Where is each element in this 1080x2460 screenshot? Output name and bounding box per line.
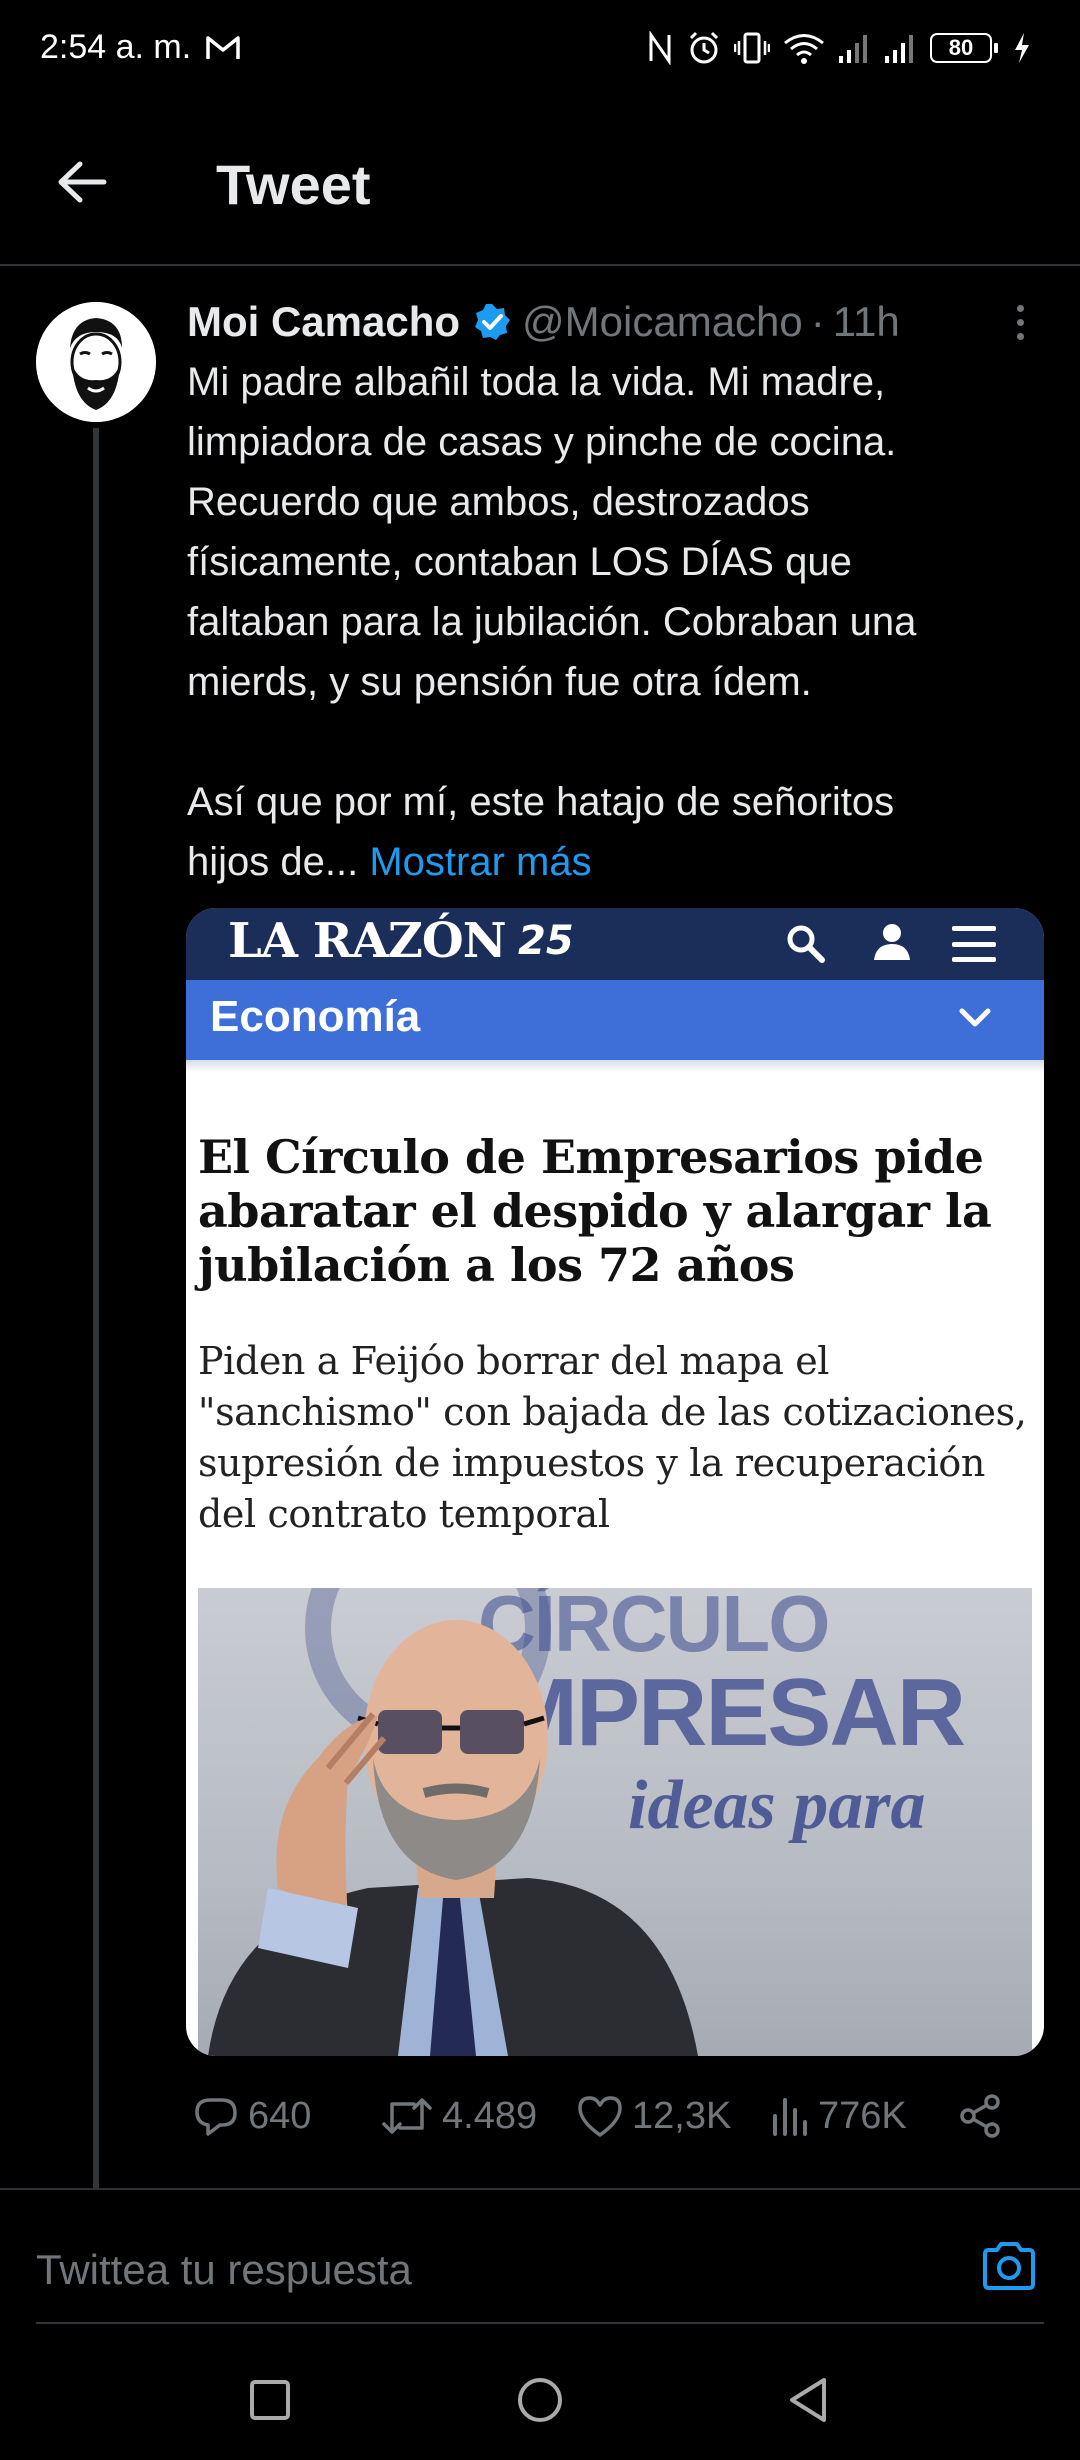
tweet-line: Recuerdo que ambos, destrozados (187, 480, 810, 524)
alarm-icon (689, 31, 719, 64)
views-count: 776K (818, 2094, 907, 2137)
author-handle[interactable]: @Moicamacho (522, 298, 803, 346)
home-button[interactable] (510, 2370, 570, 2430)
larazon-topbar: LA RAZÓN 25 (186, 908, 1044, 980)
tweet-author-row: Moi Camacho @Moicamacho · 11h (187, 296, 900, 348)
battery-icon: 80 (930, 33, 998, 63)
recents-button[interactable] (240, 2370, 300, 2430)
retweet-count: 4.489 (442, 2094, 538, 2137)
article-photo: CÍRCULO MPRESAR ideas para (198, 1588, 1032, 2056)
vibrate-icon (734, 32, 770, 64)
tweet-line: limpiadora de casas y pinche de cocina. (187, 420, 897, 464)
like-button[interactable]: 12,3K (576, 2086, 731, 2146)
chevron-down-icon (958, 1006, 992, 1035)
larazon-25-badge: 25 (518, 918, 574, 964)
tweet-header: Tweet (0, 100, 1080, 266)
divider (0, 2188, 1080, 2190)
author-name[interactable]: Moi Camacho (187, 298, 460, 346)
section-label: Economía (210, 992, 421, 1041)
arrow-left-icon (58, 161, 107, 203)
show-more-link[interactable]: Mostrar más (369, 840, 591, 884)
tweet-line: Mi padre albañil toda la vida. Mi madre, (187, 360, 886, 404)
square-icon (250, 2380, 290, 2420)
more-options-button[interactable] (1005, 300, 1035, 344)
tweet-line: Así que por mí, este hatajo de señoritos (187, 780, 895, 824)
tweet-line: físicamente, contaban LOS DÍAS que (187, 540, 852, 584)
like-count: 12,3K (632, 2094, 732, 2137)
user-icon (870, 920, 914, 969)
heart-icon (578, 2096, 622, 2137)
tweet-text: Mi padre albañil toda la vida. Mi madre,… (187, 352, 1047, 892)
signal-icon (839, 35, 867, 63)
status-bar: 2:54 a. m. 80 (0, 0, 1080, 100)
signal-icon (885, 35, 913, 63)
reply-count: 640 (248, 2094, 312, 2137)
search-icon (784, 922, 828, 971)
circle-icon (518, 2378, 562, 2422)
reply-button[interactable]: 640 (192, 2086, 311, 2146)
verified-icon (472, 302, 512, 342)
tweet-line: faltaban para la jubilación. Cobraban un… (187, 600, 917, 644)
reply-underline (36, 2322, 1044, 2324)
wifi-icon (784, 34, 824, 64)
retweet-button[interactable]: 4.489 (380, 2086, 537, 2146)
avatar[interactable] (36, 302, 156, 422)
tweet-time: 11h (832, 298, 900, 345)
article-headline: El Círculo de Empresarios pide abaratar … (198, 1130, 992, 1292)
reply-input[interactable]: Twittea tu respuesta (36, 2238, 936, 2302)
article-subtitle: Piden a Feijóo borrar del mapa el "sanch… (198, 1339, 1027, 1536)
views-button[interactable]: 776K (770, 2086, 907, 2146)
views-icon (773, 2098, 807, 2136)
share-button[interactable] (956, 2086, 1004, 2146)
nfc-icon (649, 31, 671, 65)
tweet-line: mierds, y su pensión fue otra ídem. (187, 660, 812, 704)
system-nav-bar (0, 2340, 1080, 2460)
gmail-icon (205, 34, 241, 67)
charging-icon (1015, 33, 1029, 63)
tweet-media-image[interactable]: LA RAZÓN 25 Economía El Círculo de Empre… (186, 908, 1044, 2056)
tweet-actions: 640 4.489 12,3K 776K (186, 2086, 1016, 2146)
battery-level: 80 (948, 35, 974, 60)
thread-line (93, 428, 99, 2188)
separator: · (810, 298, 825, 345)
larazon-logo: LA RAZÓN (228, 913, 507, 969)
page-title: Tweet (216, 153, 371, 216)
reply-icon (195, 2098, 237, 2136)
back-button[interactable] (52, 152, 112, 212)
status-time: 2:54 a. m. (40, 28, 192, 66)
share-icon (960, 2094, 1000, 2138)
camera-icon (983, 2242, 1035, 2290)
triangle-back-icon (790, 2378, 826, 2422)
retweet-icon (382, 2098, 432, 2134)
back-nav-button[interactable] (778, 2370, 838, 2430)
camera-button[interactable] (976, 2236, 1042, 2296)
tweet-line: hijos de... (187, 840, 359, 884)
menu-icon (952, 926, 996, 962)
larazon-section-bar: Economía (186, 980, 1044, 1060)
status-icons: 80 (646, 30, 1032, 66)
